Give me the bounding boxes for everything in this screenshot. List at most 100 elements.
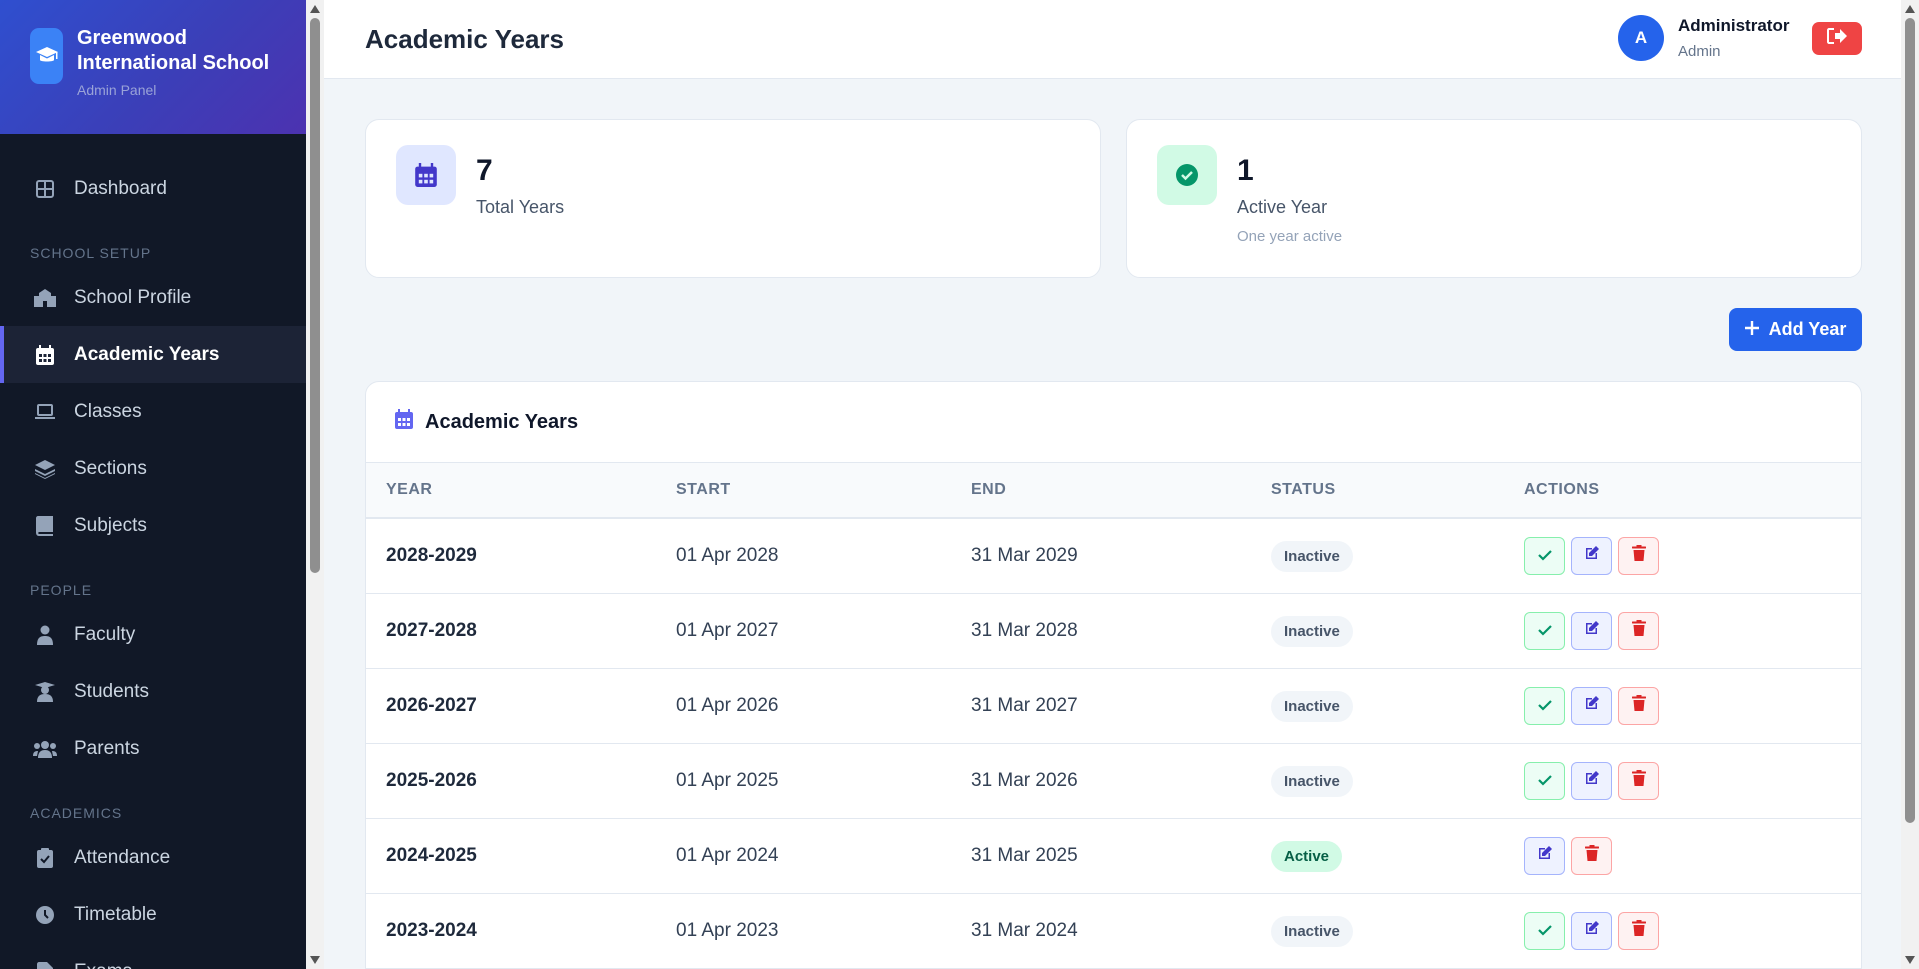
avatar[interactable]: A [1618, 15, 1664, 61]
sidebar-item-label: Classes [74, 400, 142, 422]
page-title: Academic Years [365, 24, 564, 54]
cell-end: 31 Mar 2027 [971, 695, 1078, 716]
edit-button[interactable] [1571, 687, 1612, 725]
edit-button[interactable] [1524, 837, 1565, 875]
trash-icon [1631, 695, 1646, 717]
sidebar-item-label: Academic Years [74, 343, 220, 365]
activate-button[interactable] [1524, 762, 1565, 800]
cell-actions [1524, 519, 1659, 593]
cell-end: 31 Mar 2029 [971, 545, 1078, 566]
cell-year: 2024-2025 [386, 845, 477, 866]
edit-button[interactable] [1571, 612, 1612, 650]
activate-button[interactable] [1524, 537, 1565, 575]
plus-icon [1744, 319, 1759, 340]
check-icon [1537, 920, 1552, 942]
nav-section-academics: ACADEMICS [30, 805, 123, 821]
delete-button[interactable] [1571, 837, 1612, 875]
laptop-icon [33, 400, 57, 424]
trash-icon [1631, 770, 1646, 792]
delete-button[interactable] [1618, 762, 1659, 800]
scroll-up-arrow-icon[interactable] [1905, 5, 1915, 13]
trash-icon [1584, 845, 1599, 867]
activate-button[interactable] [1524, 912, 1565, 950]
cell-status: Inactive [1271, 744, 1353, 818]
panel-label: Admin Panel [77, 82, 157, 98]
sidebar-item-timetable[interactable]: Timetable [0, 886, 306, 943]
calendar-icon [396, 145, 456, 205]
sidebar-nav: Dashboard SCHOOL SETUP School Profile Ac… [0, 134, 306, 969]
stat-label: Total Years [476, 197, 565, 217]
academic-years-table-card: Academic Years YEAR START END STATUS ACT… [365, 381, 1862, 969]
edit-icon [1584, 920, 1600, 942]
sidebar-item-attendance[interactable]: Attendance [0, 829, 306, 886]
delete-button[interactable] [1618, 537, 1659, 575]
table-row: 2026-2027 01 Apr 2026 31 Mar 2027 Inactive [366, 669, 1861, 744]
sidebar-item-students[interactable]: Students [0, 663, 306, 720]
top-header: Academic Years A Administrator Admin [324, 0, 1901, 79]
school-name: Greenwood International School [77, 27, 270, 74]
stat-label: Active Year [1237, 197, 1328, 217]
cell-end: 31 Mar 2025 [971, 845, 1078, 866]
dashboard-icon [33, 177, 57, 201]
sidebar-item-label: Parents [74, 737, 140, 759]
sidebar-item-faculty[interactable]: Faculty [0, 606, 306, 663]
edit-icon [1584, 620, 1600, 642]
sidebar-item-label: Students [74, 680, 149, 702]
activate-button[interactable] [1524, 687, 1565, 725]
sidebar-scrollbar[interactable] [306, 0, 324, 969]
scroll-up-arrow-icon[interactable] [310, 5, 320, 13]
sidebar-item-label: Dashboard [74, 177, 167, 199]
sidebar-item-exams[interactable]: Exams [0, 943, 306, 969]
cell-actions [1524, 594, 1659, 668]
table-row: 2024-2025 01 Apr 2024 31 Mar 2025 Active [366, 819, 1861, 894]
delete-button[interactable] [1618, 612, 1659, 650]
cell-status: Inactive [1271, 519, 1353, 593]
sidebar-item-parents[interactable]: Parents [0, 720, 306, 777]
scrollbar-thumb[interactable] [1905, 18, 1915, 823]
sidebar-item-label: Subjects [74, 514, 147, 536]
logout-button[interactable] [1812, 22, 1862, 55]
sign-out-icon [1827, 28, 1847, 49]
table-row: 2025-2026 01 Apr 2025 31 Mar 2026 Inactive [366, 744, 1861, 819]
scroll-down-arrow-icon[interactable] [310, 956, 320, 964]
sidebar-item-subjects[interactable]: Subjects [0, 497, 306, 554]
sidebar-item-sections[interactable]: Sections [0, 440, 306, 497]
edit-icon [1584, 695, 1600, 717]
delete-button[interactable] [1618, 912, 1659, 950]
sidebar-item-school-profile[interactable]: School Profile [0, 269, 306, 326]
sidebar-item-label: Exams [74, 961, 132, 969]
page-scrollbar[interactable] [1901, 0, 1919, 969]
brand-header: Greenwood International School Admin Pan… [0, 0, 306, 134]
table-row: 2023-2024 01 Apr 2023 31 Mar 2024 Inactive [366, 894, 1861, 969]
cell-start: 01 Apr 2028 [676, 545, 779, 566]
cell-start: 01 Apr 2024 [676, 845, 779, 866]
graduation-cap-icon [30, 28, 63, 84]
sidebar-item-academic-years[interactable]: Academic Years [0, 326, 306, 383]
table-row: 2028-2029 01 Apr 2028 31 Mar 2029 Inactive [366, 519, 1861, 594]
edit-button[interactable] [1571, 912, 1612, 950]
cell-year: 2023-2024 [386, 920, 477, 941]
scroll-down-arrow-icon[interactable] [1905, 956, 1915, 964]
sidebar-item-classes[interactable]: Classes [0, 383, 306, 440]
activate-button[interactable] [1524, 612, 1565, 650]
stat-card-total-years: 7 Total Years [365, 119, 1101, 278]
status-badge: Inactive [1271, 615, 1353, 647]
sidebar-item-dashboard[interactable]: Dashboard [0, 160, 306, 217]
column-header-start: START [676, 481, 731, 498]
scrollbar-thumb[interactable] [310, 18, 320, 573]
edit-button[interactable] [1571, 762, 1612, 800]
layers-icon [33, 457, 57, 481]
cell-actions [1524, 744, 1659, 818]
cell-end: 31 Mar 2024 [971, 920, 1078, 941]
teacher-icon [33, 623, 57, 647]
sidebar-item-label: Attendance [74, 846, 171, 868]
add-year-button[interactable]: Add Year [1729, 308, 1862, 351]
stat-card-active-year: 1 Active Year One year active [1126, 119, 1862, 278]
cell-year: 2025-2026 [386, 770, 477, 791]
status-badge: Inactive [1271, 540, 1353, 572]
edit-button[interactable] [1571, 537, 1612, 575]
cell-start: 01 Apr 2025 [676, 770, 779, 791]
cell-status: Active [1271, 819, 1343, 893]
delete-button[interactable] [1618, 687, 1659, 725]
sidebar: Greenwood International School Admin Pan… [0, 0, 306, 969]
